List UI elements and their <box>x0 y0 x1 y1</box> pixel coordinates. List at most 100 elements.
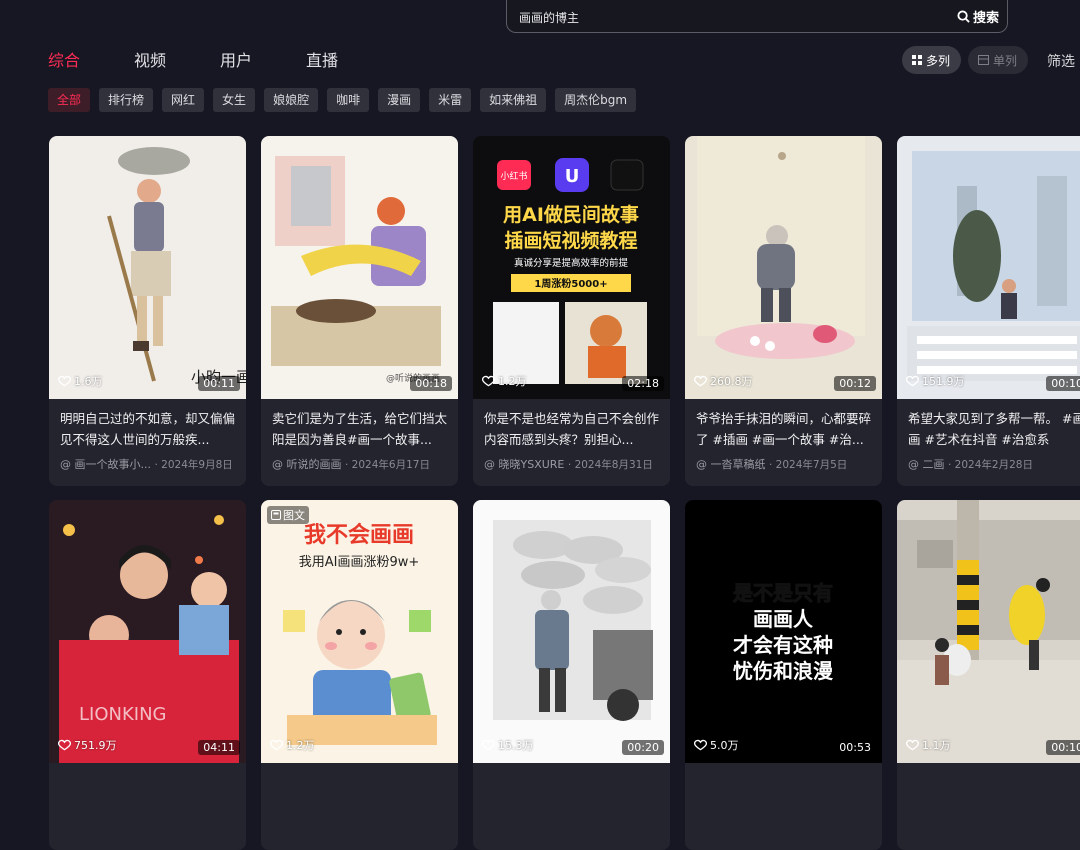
video-description: 明明自己过的不如意，却又偏偏见不得这人世间的万般疾... <box>60 411 236 447</box>
video-thumbnail: 15.3万 00:20 <box>473 500 670 763</box>
video-card[interactable]: 小昀一画 1.6万 00:11 明明自己过的不如意，却又偏偏见不得这人世间的万般… <box>49 136 246 486</box>
post-date: · 2024年2月28日 <box>948 459 1033 471</box>
video-duration: 02:18 <box>622 376 664 391</box>
svg-text:LIONKING: LIONKING <box>79 704 167 725</box>
heart-icon <box>482 375 495 387</box>
video-duration: 04:11 <box>198 740 240 755</box>
chip-all[interactable]: 全部 <box>48 88 91 112</box>
video-thumbnail: 小红书 U 用AI做民间故事 插画短视频教程 真诚分享是提高效率的前提 1周涨粉… <box>473 136 670 399</box>
like-count-value: 260.8万 <box>710 375 753 388</box>
like-count-value: 5.0万 <box>710 739 739 752</box>
like-count-value: 1.2万 <box>498 375 527 388</box>
poster-title-1: 我不会画画 <box>304 522 414 548</box>
like-count: 751.9万 <box>58 737 117 753</box>
video-card[interactable]: 151.9万 00:10 希望大家见到了多帮一帮。 #画画 #艺术在抖音 #治愈… <box>897 136 1080 486</box>
like-count-value: 1.6万 <box>74 375 103 388</box>
video-description: 你是不是也经常为自己不会创作内容而感到头疼？别担心... <box>484 411 660 447</box>
chip-comics[interactable]: 漫画 <box>378 88 421 112</box>
single-column-icon <box>978 55 989 65</box>
video-card[interactable]: 我不会画画 我用AI画画涨粉9w+ 图文 1.2万 <box>261 500 458 850</box>
poster-line-2: 画画人 <box>753 607 814 631</box>
chip-coffee[interactable]: 咖啡 <box>327 88 370 112</box>
video-meta: @ 二画 · 2024年2月28日 <box>908 456 1033 472</box>
like-count-value: 15.3万 <box>498 739 534 752</box>
chip-jay-bgm[interactable]: 周杰伦bgm <box>555 88 637 112</box>
author-name[interactable]: @ 晓晓YSXURE <box>484 458 564 471</box>
video-thumbnail: @听说的画画 00:18 <box>261 136 458 399</box>
heart-icon <box>906 739 919 751</box>
like-count-value: 1.2万 <box>286 739 315 752</box>
video-thumbnail: 260.8万 00:12 <box>685 136 882 399</box>
chip-influencer[interactable]: 网红 <box>162 88 205 112</box>
video-card[interactable]: 是不是只有 画画人 才会有这种 忧伤和浪漫 5.0万 00:53 <box>685 500 882 850</box>
chip-buddha[interactable]: 如来佛祖 <box>480 88 547 112</box>
heart-icon <box>906 375 919 387</box>
heart-icon <box>58 739 71 751</box>
poster-title-1: 用AI做民间故事 <box>503 203 639 226</box>
poster-tip: 真诚分享是提高效率的前提 <box>514 257 629 269</box>
heart-icon <box>270 739 283 751</box>
heart-icon <box>482 739 495 751</box>
video-card[interactable]: 15.3万 00:20 <box>473 500 670 850</box>
search-icon <box>957 9 970 23</box>
tab-user[interactable]: 用户 <box>220 50 252 72</box>
poster-highlight: 1周涨粉5000+ <box>534 277 607 290</box>
video-description: 卖它们是为了生活，给它们挡太阳是因为善良#画一个故事... <box>272 411 448 447</box>
tab-video[interactable]: 视频 <box>134 50 166 72</box>
chip-ranking[interactable]: 排行榜 <box>99 88 154 112</box>
chip-sissy[interactable]: 娘娘腔 <box>264 88 319 112</box>
search-input[interactable] <box>517 5 921 29</box>
tab-all[interactable]: 综合 <box>48 50 80 72</box>
tab-live[interactable]: 直播 <box>306 50 338 72</box>
single-column-toggle[interactable]: 单列 <box>968 46 1028 74</box>
single-column-label: 单列 <box>993 53 1018 68</box>
video-thumbnail: 我不会画画 我用AI画画涨粉9w+ 图文 1.2万 <box>261 500 458 763</box>
like-count: 1.2万 <box>270 737 315 753</box>
heart-icon <box>694 739 707 751</box>
video-thumbnail: LIONKING 751.9万 04:11 <box>49 500 246 763</box>
poster-title-2: 插画短视频教程 <box>504 229 637 252</box>
like-count: 15.3万 <box>482 737 534 753</box>
like-count-value: 1.1万 <box>922 739 951 752</box>
poster-line-1: 是不是只有 <box>732 581 833 605</box>
video-card[interactable]: LIONKING 751.9万 04:11 <box>49 500 246 850</box>
like-count: 1.1万 <box>906 737 951 753</box>
video-meta: @ 听说的画画 · 2024年6月17日 <box>272 456 430 472</box>
video-duration: 00:10 <box>1046 740 1080 755</box>
video-thumbnail: 151.9万 00:10 <box>897 136 1080 399</box>
heart-icon <box>58 375 71 387</box>
video-card[interactable]: 260.8万 00:12 爷爷抬手抹泪的瞬间，心都要碎了 #插画 #画一个故事 … <box>685 136 882 486</box>
video-card[interactable]: 1.1万 00:10 <box>897 500 1080 850</box>
author-name[interactable]: @ 二画 <box>908 458 945 471</box>
tab-bar: 综合 视频 用户 直播 <box>48 50 392 72</box>
video-description: 爷爷抬手抹泪的瞬间，心都要碎了 #插画 #画一个故事 #治... <box>696 411 872 447</box>
video-thumbnail: 小昀一画 1.6万 00:11 <box>49 136 246 399</box>
post-date: · 2024年6月17日 <box>345 459 430 471</box>
filter-button[interactable]: 筛选 <box>1047 51 1075 71</box>
search-button[interactable]: 搜索 <box>957 7 999 26</box>
video-card[interactable]: @听说的画画 00:18 卖它们是为了生活，给它们挡太阳是因为善良#画一个故事.… <box>261 136 458 486</box>
video-duration: 00:20 <box>622 740 664 755</box>
search-button-label: 搜索 <box>972 10 999 26</box>
video-duration: 00:18 <box>410 376 452 391</box>
like-count: 1.2万 <box>482 373 527 389</box>
video-card[interactable]: 小红书 U 用AI做民间故事 插画短视频教程 真诚分享是提高效率的前提 1周涨粉… <box>473 136 670 486</box>
image-text-icon <box>271 510 281 520</box>
video-duration: 00:53 <box>834 740 876 755</box>
poster-title-2: 我用AI画画涨粉9w+ <box>299 555 420 570</box>
chip-girls[interactable]: 女生 <box>213 88 256 112</box>
like-count: 151.9万 <box>906 373 965 389</box>
chip-milei[interactable]: 米雷 <box>429 88 472 112</box>
author-name[interactable]: @ 画一个故事小... <box>60 458 151 471</box>
author-name[interactable]: @ 听说的画画 <box>272 458 342 471</box>
image-post-badge: 图文 <box>267 506 309 524</box>
video-meta: @ 晓晓YSXURE · 2024年8月31日 <box>484 456 653 472</box>
poster-line-3: 才会有这种 <box>733 633 833 657</box>
video-thumbnail: 是不是只有 画画人 才会有这种 忧伤和浪漫 5.0万 00:53 <box>685 500 882 763</box>
post-date: · 2024年8月31日 <box>567 459 653 471</box>
svg-text:U: U <box>565 166 580 187</box>
author-name[interactable]: @ 一沓草稿纸 <box>696 458 766 471</box>
poster-line-4: 忧伤和浪漫 <box>733 659 834 683</box>
video-thumbnail: 1.1万 00:10 <box>897 500 1080 763</box>
multi-column-toggle[interactable]: 多列 <box>902 46 961 74</box>
